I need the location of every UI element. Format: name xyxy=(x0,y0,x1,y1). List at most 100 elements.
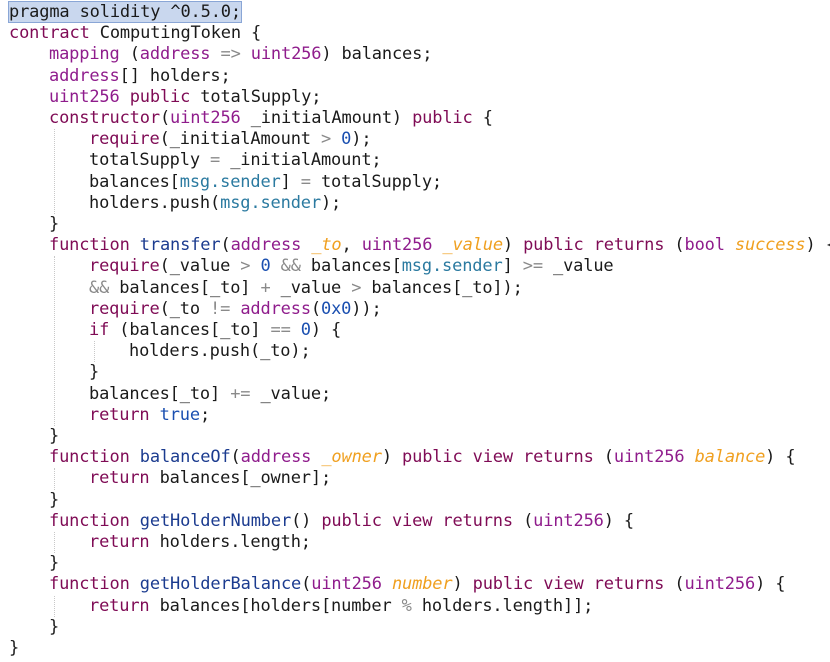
code-token: function xyxy=(49,510,130,531)
code-token: } xyxy=(89,362,100,383)
code-line[interactable]: return holders.length; xyxy=(89,532,311,553)
code-line[interactable]: } xyxy=(49,426,59,447)
code-line[interactable]: return balances[holders[number % holders… xyxy=(89,596,593,617)
code-token: _owner xyxy=(321,447,382,468)
code-token: ) xyxy=(502,235,524,256)
code-line[interactable]: function getHolderNumber() public view r… xyxy=(49,511,634,532)
code-line[interactable]: return balances[_owner]; xyxy=(89,468,331,489)
code-token: ( xyxy=(310,298,322,319)
code-token: bool xyxy=(684,235,725,256)
code-line[interactable]: require(_initialAmount > 0); xyxy=(89,129,372,150)
code-line[interactable]: && balances[_to] + _value > balances[_to… xyxy=(89,278,523,299)
code-token: address xyxy=(139,44,211,65)
code-line[interactable]: } xyxy=(49,214,59,235)
code-line[interactable]: pragma solidity ^0.5.0; xyxy=(8,1,242,23)
code-token: view xyxy=(472,447,513,468)
code-token: && xyxy=(89,277,110,298)
code-line[interactable]: uint256 public totalSupply; xyxy=(49,87,321,108)
code-token: = xyxy=(300,171,311,192)
code-token: constructor xyxy=(49,108,160,128)
code-token: ( xyxy=(512,510,534,531)
code-line[interactable]: balances[_to] += _value; xyxy=(89,384,331,405)
code-token: view xyxy=(391,510,433,531)
code-token: balances[_to]); xyxy=(361,277,523,298)
code-token: holders.push(_to); xyxy=(129,341,311,362)
code-line[interactable]: } xyxy=(49,617,59,638)
code-token: (_to xyxy=(159,298,211,319)
code-line[interactable]: require(_value > 0 && balances[msg.sende… xyxy=(89,256,614,277)
code-line[interactable]: mapping (address => uint256) balances; xyxy=(49,44,432,65)
code-line[interactable]: totalSupply = _initialAmount; xyxy=(89,150,382,171)
code-token: [] holders; xyxy=(119,65,231,86)
code-line[interactable]: contract ComputingToken { xyxy=(9,23,261,44)
code-token: , xyxy=(341,235,362,256)
code-line[interactable]: } xyxy=(9,638,19,659)
code-token: view xyxy=(543,574,584,595)
code-token: _initialAmount; xyxy=(220,150,382,171)
code-line[interactable]: function balanceOf(address _owner) publi… xyxy=(49,447,796,468)
code-token: returns xyxy=(593,574,665,595)
code-token: _to xyxy=(311,235,342,256)
code-token: (balances[_to] xyxy=(109,320,271,340)
code-line[interactable]: } xyxy=(49,490,59,511)
code-line[interactable]: } xyxy=(49,553,59,574)
code-token: 0 xyxy=(260,256,271,277)
code-line[interactable]: holders.push(_to); xyxy=(129,341,311,362)
code-token: return xyxy=(89,595,150,616)
code-token: ( xyxy=(301,574,312,595)
code-token: + xyxy=(260,277,271,298)
code-token: _value xyxy=(270,277,352,298)
code-token: pragma solidity ^0.5.0; xyxy=(8,1,242,23)
code-line[interactable]: constructor(uint256 _initialAmount) publ… xyxy=(49,108,493,129)
code-line[interactable]: holders.push(msg.sender); xyxy=(89,193,341,214)
code-token: balanceOf xyxy=(139,447,231,468)
code-line[interactable]: balances[msg.sender] = totalSupply; xyxy=(89,172,442,193)
code-line[interactable]: } xyxy=(89,362,99,383)
code-token: public xyxy=(472,574,534,595)
code-editor[interactable]: pragma solidity ^0.5.0; contract Computin… xyxy=(0,0,830,662)
code-line[interactable]: function transfer(address _to, uint256 _… xyxy=(49,235,830,256)
code-line[interactable]: return true; xyxy=(89,405,210,426)
code-token: ) { xyxy=(755,574,786,595)
code-token: { xyxy=(472,108,493,128)
code-line[interactable]: require(_to != address(0x0)); xyxy=(89,299,382,320)
code-line[interactable]: if (balances[_to] == 0) { xyxy=(89,320,341,341)
code-token: ( xyxy=(159,108,171,128)
code-token: balance xyxy=(694,447,766,468)
code-token: ] xyxy=(280,171,301,192)
code-line[interactable]: address[] holders; xyxy=(49,66,231,87)
code-token: require xyxy=(89,129,160,150)
code-token: balances[_owner]; xyxy=(149,468,332,489)
code-token: ) { xyxy=(310,320,342,340)
code-token: holders.length; xyxy=(149,532,311,552)
code-token: && xyxy=(280,256,301,277)
code-token: ) { xyxy=(603,510,635,531)
code-token: totalSupply; xyxy=(190,86,322,107)
code-token: success xyxy=(734,235,806,256)
code-token: ); xyxy=(320,192,342,213)
code-token: ComputingToken { xyxy=(99,23,262,44)
code-token: number xyxy=(391,574,453,595)
code-token: getHolderNumber xyxy=(139,510,292,531)
code-line[interactable]: function getHolderBalance(uint256 number… xyxy=(49,574,785,595)
code-token: != xyxy=(210,298,231,319)
code-token: public xyxy=(321,510,382,531)
code-token: transfer xyxy=(139,235,221,256)
code-token: returns xyxy=(593,235,665,256)
